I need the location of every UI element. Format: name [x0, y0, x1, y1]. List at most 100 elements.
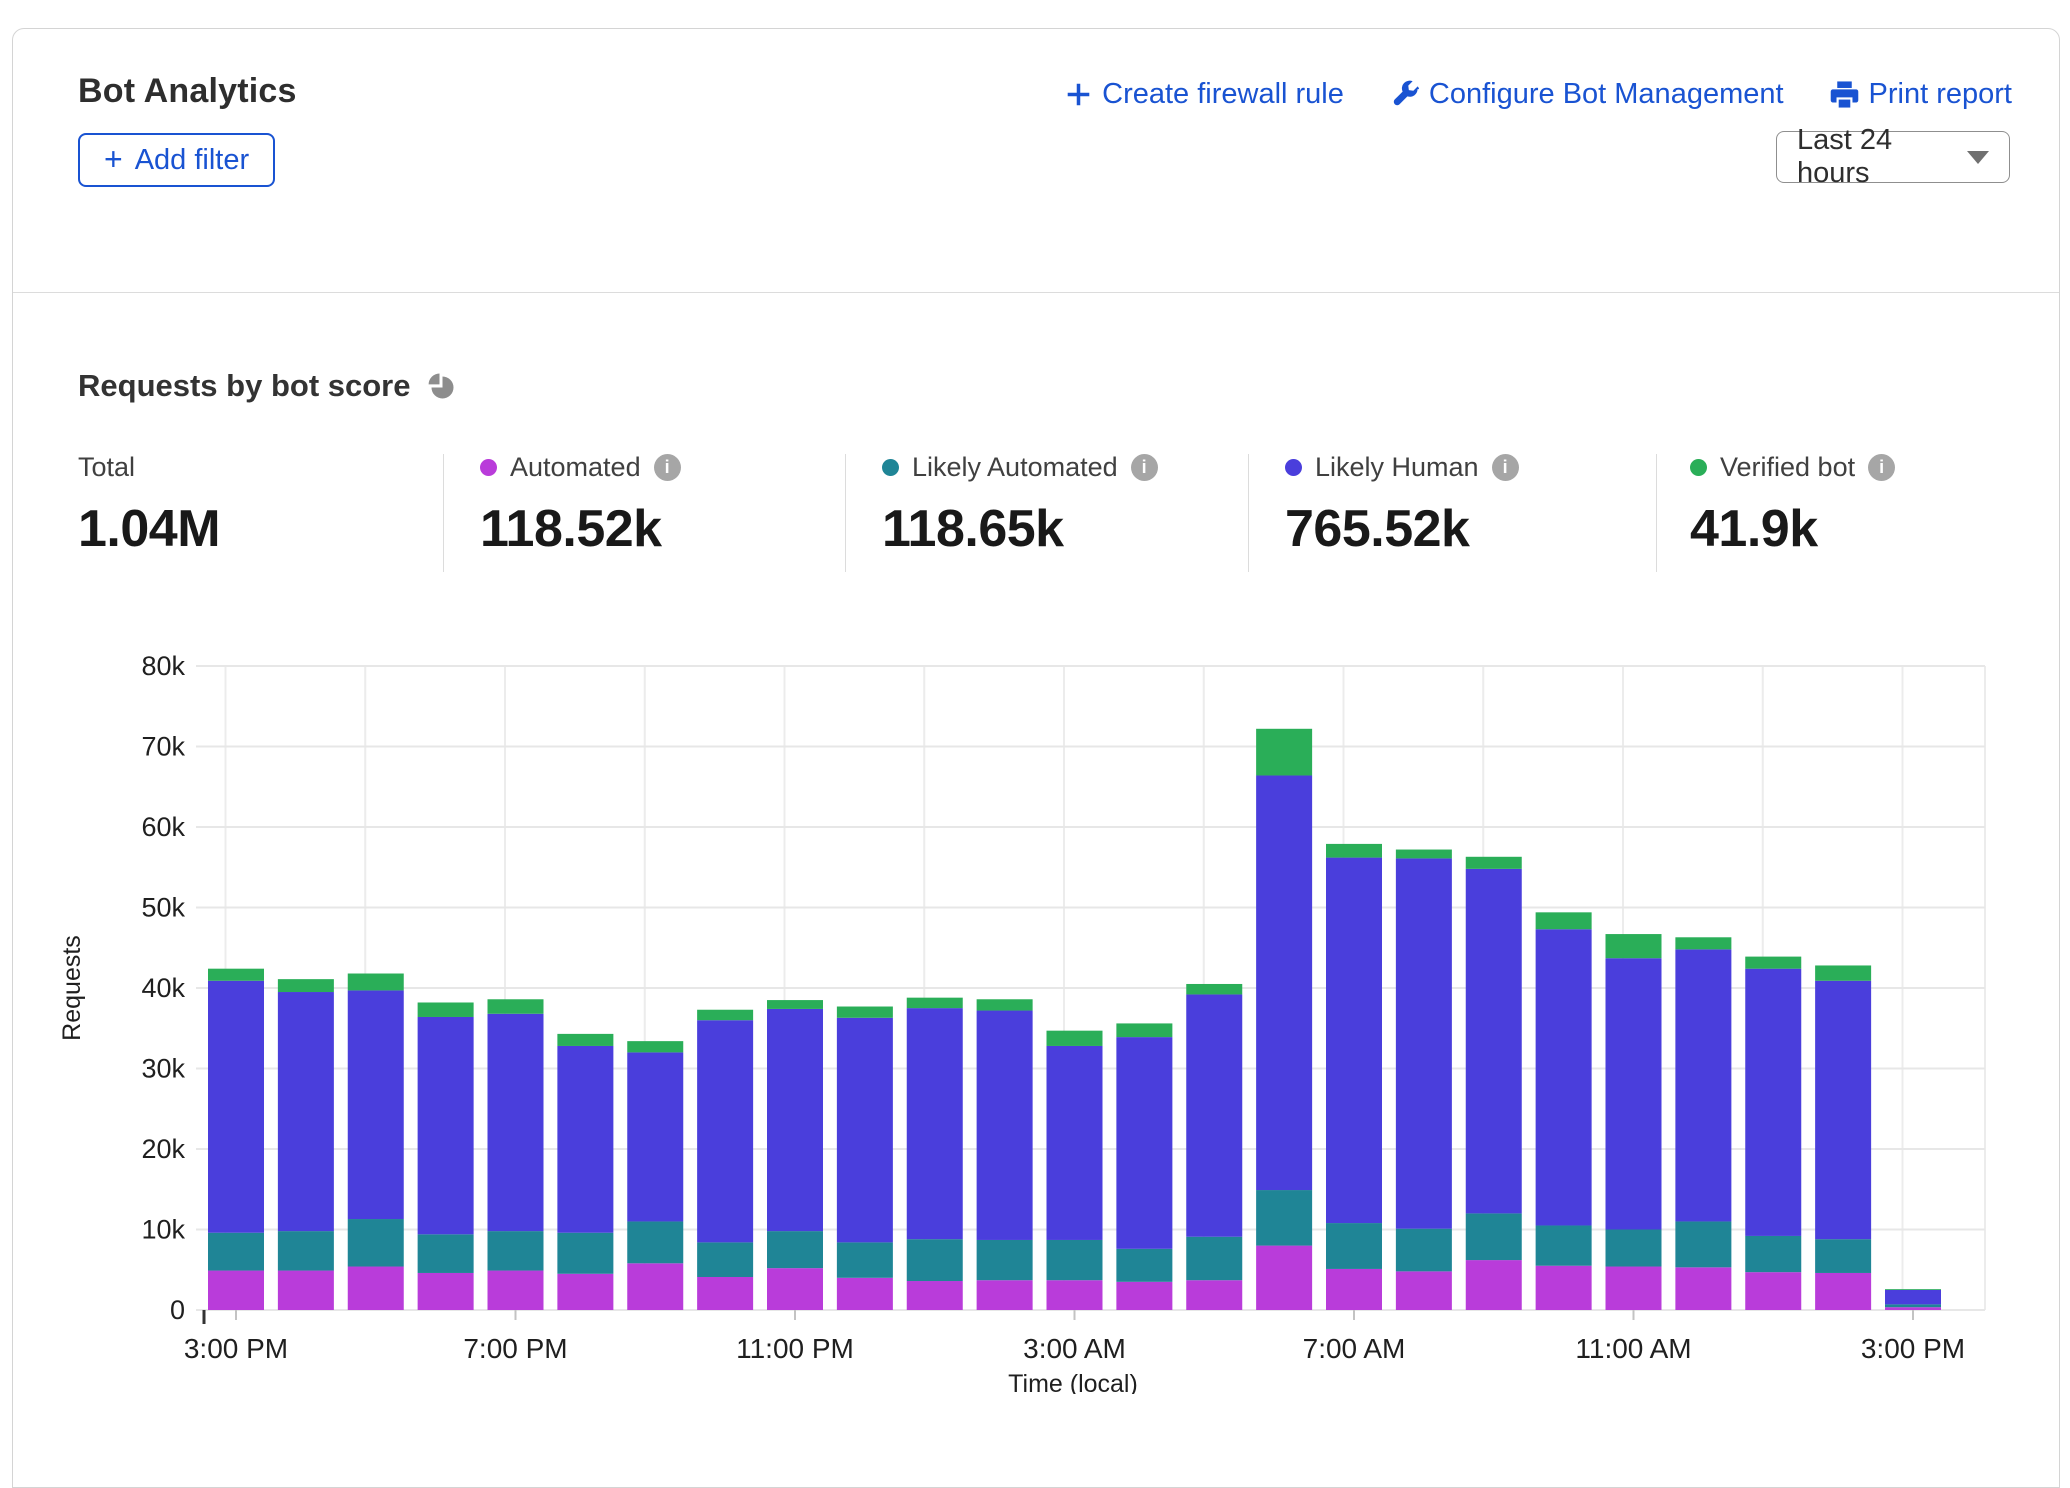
add-filter-button[interactable]: + Add filter: [78, 133, 275, 187]
bar-segment-verified-bot[interactable]: [557, 1034, 613, 1046]
bar-segment-likely-automated[interactable]: [348, 1219, 404, 1266]
bar-segment-automated[interactable]: [1256, 1246, 1312, 1310]
bar-segment-likely-human[interactable]: [1396, 858, 1452, 1228]
bar-segment-automated[interactable]: [348, 1267, 404, 1310]
bar-segment-verified-bot[interactable]: [1047, 1031, 1103, 1046]
bar-segment-verified-bot[interactable]: [348, 974, 404, 991]
bar-segment-verified-bot[interactable]: [418, 1002, 474, 1016]
bar-segment-likely-automated[interactable]: [208, 1233, 264, 1271]
bar-segment-likely-automated[interactable]: [1745, 1236, 1801, 1272]
print-report-link[interactable]: Print report: [1830, 78, 2012, 111]
configure-bot-management-link[interactable]: Configure Bot Management: [1390, 78, 1784, 111]
bar-segment-likely-automated[interactable]: [977, 1240, 1033, 1280]
bar-segment-automated[interactable]: [767, 1268, 823, 1310]
bot-score-chart[interactable]: 010k20k30k40k50k60k70k80k3:00 PM7:00 PM1…: [0, 600, 2070, 1394]
info-icon[interactable]: i: [1131, 454, 1158, 481]
bar-segment-likely-automated[interactable]: [418, 1234, 474, 1273]
bar-segment-verified-bot[interactable]: [1885, 1289, 1941, 1290]
bar-segment-likely-human[interactable]: [1466, 869, 1522, 1214]
bar-segment-likely-automated[interactable]: [1675, 1221, 1731, 1267]
bar-segment-likely-automated[interactable]: [1815, 1239, 1871, 1273]
bar-segment-verified-bot[interactable]: [1606, 934, 1662, 958]
bar-segment-automated[interactable]: [1047, 1280, 1103, 1310]
bar-segment-verified-bot[interactable]: [837, 1007, 893, 1018]
bar-segment-automated[interactable]: [627, 1263, 683, 1310]
bar-segment-likely-human[interactable]: [1326, 858, 1382, 1223]
bar-segment-likely-automated[interactable]: [1536, 1225, 1592, 1265]
bar-segment-likely-human[interactable]: [1256, 775, 1312, 1190]
bar-segment-likely-human[interactable]: [697, 1020, 753, 1242]
bar-segment-likely-automated[interactable]: [627, 1221, 683, 1263]
bar-segment-likely-human[interactable]: [1606, 958, 1662, 1229]
bar-segment-likely-automated[interactable]: [1256, 1190, 1312, 1246]
bar-segment-likely-human[interactable]: [1116, 1037, 1172, 1249]
bar-segment-verified-bot[interactable]: [1116, 1023, 1172, 1037]
bar-segment-likely-automated[interactable]: [1606, 1230, 1662, 1267]
bar-segment-likely-human[interactable]: [1885, 1290, 1941, 1304]
bar-segment-verified-bot[interactable]: [1675, 937, 1731, 949]
bar-segment-verified-bot[interactable]: [1396, 850, 1452, 859]
bar-segment-verified-bot[interactable]: [767, 1000, 823, 1009]
bar-segment-verified-bot[interactable]: [907, 998, 963, 1008]
bar-segment-verified-bot[interactable]: [1815, 965, 1871, 980]
info-icon[interactable]: i: [1868, 454, 1895, 481]
bar-segment-verified-bot[interactable]: [627, 1041, 683, 1052]
bar-segment-likely-automated[interactable]: [1116, 1249, 1172, 1282]
bar-segment-verified-bot[interactable]: [488, 999, 544, 1013]
bar-segment-verified-bot[interactable]: [977, 999, 1033, 1010]
bar-segment-verified-bot[interactable]: [1186, 984, 1242, 994]
bar-segment-automated[interactable]: [1885, 1307, 1941, 1310]
info-icon[interactable]: i: [1492, 454, 1519, 481]
bar-segment-likely-human[interactable]: [278, 992, 334, 1231]
bar-segment-verified-bot[interactable]: [1536, 912, 1592, 929]
bar-segment-likely-human[interactable]: [907, 1008, 963, 1239]
bar-segment-likely-automated[interactable]: [1326, 1223, 1382, 1269]
time-range-select[interactable]: Last 24 hours: [1776, 131, 2010, 183]
bar-segment-likely-human[interactable]: [208, 981, 264, 1233]
create-firewall-rule-link[interactable]: Create firewall rule: [1065, 78, 1344, 111]
bar-segment-likely-automated[interactable]: [1186, 1237, 1242, 1280]
bar-segment-likely-human[interactable]: [837, 1018, 893, 1243]
bar-segment-likely-human[interactable]: [767, 1009, 823, 1231]
bar-segment-verified-bot[interactable]: [1256, 729, 1312, 776]
bar-segment-automated[interactable]: [1396, 1271, 1452, 1310]
bar-segment-automated[interactable]: [1675, 1267, 1731, 1310]
bar-segment-likely-human[interactable]: [627, 1052, 683, 1221]
bar-segment-likely-human[interactable]: [977, 1011, 1033, 1240]
bar-segment-automated[interactable]: [1326, 1269, 1382, 1310]
bar-segment-automated[interactable]: [1536, 1266, 1592, 1310]
bar-segment-automated[interactable]: [697, 1277, 753, 1310]
bar-segment-likely-automated[interactable]: [488, 1231, 544, 1270]
bar-segment-verified-bot[interactable]: [278, 979, 334, 992]
bar-segment-automated[interactable]: [837, 1278, 893, 1310]
bar-segment-likely-human[interactable]: [557, 1046, 613, 1233]
bar-segment-likely-human[interactable]: [1675, 949, 1731, 1221]
bar-segment-likely-automated[interactable]: [1396, 1229, 1452, 1272]
bar-segment-likely-automated[interactable]: [1047, 1240, 1103, 1280]
bar-segment-verified-bot[interactable]: [1745, 957, 1801, 969]
bar-segment-likely-automated[interactable]: [1885, 1304, 1941, 1307]
bar-segment-likely-automated[interactable]: [767, 1231, 823, 1268]
bar-segment-verified-bot[interactable]: [697, 1010, 753, 1020]
bar-segment-likely-automated[interactable]: [557, 1233, 613, 1274]
bar-segment-automated[interactable]: [1466, 1260, 1522, 1310]
bar-segment-likely-automated[interactable]: [907, 1239, 963, 1281]
bar-segment-likely-human[interactable]: [1047, 1046, 1103, 1240]
bar-segment-automated[interactable]: [1186, 1280, 1242, 1310]
bar-segment-verified-bot[interactable]: [208, 969, 264, 981]
bar-segment-likely-human[interactable]: [348, 990, 404, 1219]
bar-segment-likely-human[interactable]: [418, 1017, 474, 1234]
bar-segment-automated[interactable]: [278, 1271, 334, 1310]
bar-segment-likely-human[interactable]: [1745, 969, 1801, 1236]
bar-segment-likely-automated[interactable]: [837, 1242, 893, 1277]
info-icon[interactable]: i: [654, 454, 681, 481]
bar-segment-automated[interactable]: [208, 1271, 264, 1310]
bar-segment-verified-bot[interactable]: [1466, 857, 1522, 869]
bar-segment-likely-human[interactable]: [488, 1014, 544, 1231]
bar-segment-likely-automated[interactable]: [697, 1242, 753, 1277]
bar-segment-likely-human[interactable]: [1186, 994, 1242, 1236]
bar-segment-automated[interactable]: [488, 1271, 544, 1310]
bar-segment-automated[interactable]: [1116, 1282, 1172, 1310]
bar-segment-automated[interactable]: [557, 1274, 613, 1310]
bar-segment-likely-human[interactable]: [1815, 981, 1871, 1239]
